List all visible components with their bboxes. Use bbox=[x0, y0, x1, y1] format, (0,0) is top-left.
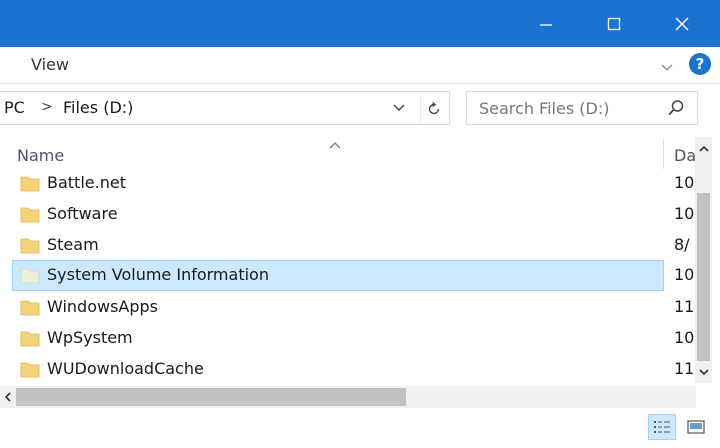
expand-ribbon-button[interactable] bbox=[660, 58, 674, 77]
file-date: 10 bbox=[674, 204, 695, 223]
file-row[interactable]: WindowsApps 11 bbox=[12, 292, 694, 323]
file-row[interactable]: Steam 8/ bbox=[12, 230, 690, 261]
file-date: 11 bbox=[674, 359, 695, 378]
scroll-down-button[interactable] bbox=[695, 361, 712, 383]
large-icons-view-button[interactable] bbox=[682, 414, 710, 440]
address-bar[interactable]: PC > Files (D:) bbox=[0, 91, 450, 125]
file-date: 10 bbox=[674, 265, 695, 284]
file-name: Software bbox=[47, 204, 118, 223]
column-header-name[interactable]: Name bbox=[17, 146, 64, 165]
file-date: 11 bbox=[674, 297, 695, 316]
folder-icon bbox=[20, 268, 40, 284]
file-date: 8/ bbox=[674, 235, 690, 254]
column-divider[interactable] bbox=[663, 139, 664, 169]
breadcrumb-separator[interactable]: > bbox=[41, 99, 53, 115]
file-row[interactable]: WUDownloadCache 11 bbox=[12, 354, 694, 385]
file-date: 10 bbox=[674, 173, 695, 192]
maximize-button[interactable] bbox=[580, 0, 648, 47]
file-row[interactable]: Battle.net 10 bbox=[12, 168, 694, 199]
file-list: Battle.net 10 Software 10 Steam 8/ Syste… bbox=[0, 168, 696, 388]
folder-icon bbox=[20, 176, 40, 192]
breadcrumb-this-pc[interactable]: PC bbox=[4, 98, 25, 117]
scroll-left-button[interactable] bbox=[0, 386, 16, 408]
vertical-scrollbar[interactable] bbox=[695, 137, 712, 383]
large-icons-view-icon bbox=[687, 420, 705, 434]
address-history-dropdown[interactable] bbox=[392, 100, 406, 119]
minimize-icon bbox=[540, 23, 552, 26]
ribbon-tab-view[interactable]: View bbox=[31, 55, 69, 74]
file-name: WUDownloadCache bbox=[47, 359, 204, 378]
file-row[interactable]: WpSystem 10 bbox=[12, 323, 694, 354]
folder-icon bbox=[20, 238, 40, 254]
column-header-row: Name Date modified bbox=[0, 135, 696, 169]
maximize-icon bbox=[607, 17, 621, 30]
status-bar bbox=[0, 408, 720, 448]
chevron-down-icon bbox=[698, 369, 709, 376]
close-icon bbox=[675, 17, 689, 30]
vertical-scroll-thumb[interactable] bbox=[697, 193, 710, 361]
close-button[interactable] bbox=[648, 0, 716, 47]
sort-ascending-icon bbox=[328, 135, 342, 154]
file-name: Steam bbox=[47, 235, 99, 254]
file-row[interactable]: Software 10 bbox=[12, 199, 694, 230]
breadcrumb-files-d[interactable]: Files (D:) bbox=[63, 98, 133, 117]
ribbon: View ? bbox=[0, 47, 720, 84]
minimize-button[interactable] bbox=[512, 0, 580, 47]
chevron-down-icon bbox=[393, 104, 405, 111]
search-icon[interactable] bbox=[667, 99, 685, 121]
search-input[interactable]: Search Files (D:) bbox=[479, 99, 609, 118]
refresh-button[interactable] bbox=[420, 96, 446, 122]
refresh-icon bbox=[428, 101, 439, 115]
file-row-selected[interactable]: System Volume Information 10 bbox=[12, 260, 694, 291]
file-name: WindowsApps bbox=[47, 297, 159, 316]
title-bar bbox=[0, 0, 720, 47]
folder-icon bbox=[20, 207, 40, 223]
file-name: WpSystem bbox=[47, 328, 133, 347]
scroll-up-button[interactable] bbox=[695, 137, 712, 161]
folder-icon bbox=[20, 331, 40, 347]
search-box[interactable]: Search Files (D:) bbox=[466, 91, 698, 125]
details-view-icon bbox=[654, 421, 670, 433]
folder-icon bbox=[20, 300, 40, 316]
horizontal-scrollbar[interactable] bbox=[0, 386, 696, 408]
column-header-date[interactable]: Date modified bbox=[674, 146, 696, 165]
horizontal-scroll-thumb[interactable] bbox=[16, 388, 406, 406]
details-view-button[interactable] bbox=[648, 414, 676, 440]
chevron-left-icon bbox=[4, 392, 11, 402]
file-name: Battle.net bbox=[47, 173, 126, 192]
chevron-up-icon bbox=[698, 145, 709, 152]
help-button[interactable]: ? bbox=[689, 53, 711, 75]
file-date: 10 bbox=[674, 328, 695, 347]
folder-icon bbox=[20, 362, 40, 378]
chevron-down-icon bbox=[661, 64, 673, 71]
file-name: System Volume Information bbox=[47, 265, 269, 284]
